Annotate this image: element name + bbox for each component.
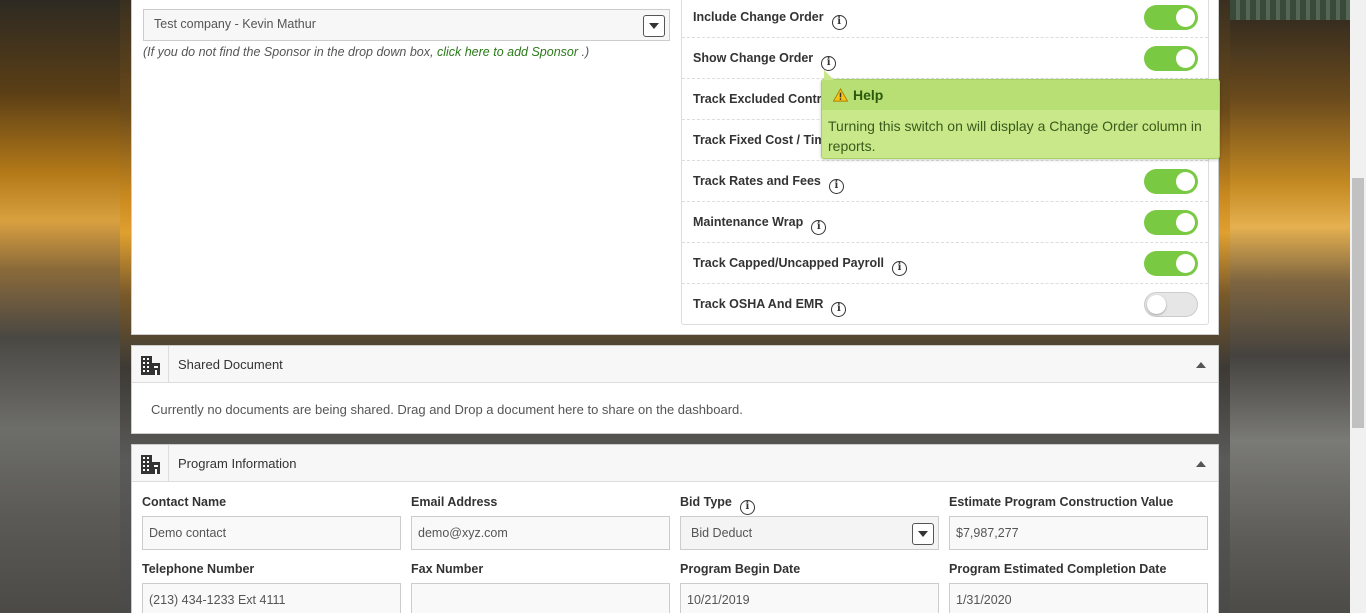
begin-date-field[interactable]: 10/21/2019 <box>680 583 939 613</box>
tooltip-title: Help <box>853 87 884 103</box>
sponsor-select[interactable]: Test company - Kevin Mathur <box>143 9 670 41</box>
feature-switch-list: Include Change Order i Show Change Order i… <box>681 0 1209 325</box>
telephone-field[interactable]: (213) 434-1233 Ext 4111 <box>142 583 401 613</box>
info-icon[interactable]: i <box>831 15 847 30</box>
help-tooltip: Help Turning this switch on will display… <box>821 70 1220 159</box>
estimate-field[interactable]: $7,987,277 <box>949 516 1208 550</box>
panel-header[interactable]: Program Information <box>132 445 1218 482</box>
background-right <box>1230 0 1350 613</box>
switch-label: Track Fixed Cost / Tim <box>693 133 826 147</box>
track-capped-uncapped-payroll-toggle[interactable] <box>1144 251 1198 276</box>
chevron-down-icon[interactable] <box>912 523 934 545</box>
switch-row-track-osha-and-emr: Track OSHA And EMR i <box>682 284 1208 325</box>
show-change-order-toggle[interactable] <box>1144 46 1198 71</box>
scrollbar-thumb[interactable] <box>1352 178 1364 428</box>
contact-name-field[interactable]: Demo contact <box>142 516 401 550</box>
switch-label: Track OSHA And EMR <box>693 297 824 311</box>
add-sponsor-link[interactable]: click here to add Sponsor <box>437 45 578 59</box>
collapse-icon[interactable] <box>1196 362 1206 368</box>
switch-label: Track Rates and Fees <box>693 174 821 188</box>
panel-title: Shared Document <box>178 357 283 372</box>
info-icon[interactable]: i <box>892 261 908 276</box>
collapse-icon[interactable] <box>1196 461 1206 467</box>
bid-type-select[interactable]: Bid Deduct <box>680 516 939 550</box>
info-icon[interactable]: i <box>831 302 847 317</box>
bid-type-label-wrap: Bid Type i <box>680 495 755 515</box>
switch-label: Track Excluded Contra <box>693 92 829 106</box>
tooltip-header: Help <box>822 80 1219 110</box>
switch-row-track-rates-and-fees: Track Rates and Fees i <box>682 161 1208 202</box>
sponsor-select-value: Test company - Kevin Mathur <box>154 17 316 31</box>
completion-date-label: Program Estimated Completion Date <box>949 562 1167 576</box>
info-icon[interactable]: i <box>828 179 844 194</box>
estimate-label: Estimate Program Construction Value <box>949 495 1174 509</box>
switch-row-include-change-order: Include Change Order i <box>682 0 1208 38</box>
telephone-label: Telephone Number <box>142 562 255 576</box>
background-left <box>0 0 120 613</box>
info-icon[interactable]: i <box>739 500 755 515</box>
switch-label: Track Capped/Uncapped Payroll <box>693 256 885 270</box>
warning-icon <box>833 88 848 102</box>
email-field[interactable]: demo@xyz.com <box>411 516 670 550</box>
sponsor-hint-prefix: (If you do not find the Sponsor in the d… <box>143 45 434 59</box>
program-settings-panel: Test company - Kevin Mathur (If you do n… <box>131 0 1219 335</box>
begin-date-label: Program Begin Date <box>680 562 801 576</box>
building-icon <box>141 455 160 474</box>
shared-document-panel: Shared Document Currently no documents a… <box>131 345 1219 434</box>
contact-name-label: Contact Name <box>142 495 227 509</box>
building-icon <box>141 356 160 375</box>
switch-row-show-change-order: Show Change Order i <box>682 38 1208 79</box>
info-icon[interactable]: i <box>821 56 837 71</box>
track-rates-and-fees-toggle[interactable] <box>1144 169 1198 194</box>
bid-type-value: Bid Deduct <box>691 526 753 540</box>
switch-row-maintenance-wrap: Maintenance Wrap i <box>682 202 1208 243</box>
info-icon[interactable]: i <box>811 220 827 235</box>
maintenance-wrap-toggle[interactable] <box>1144 210 1198 235</box>
page-scrollbar[interactable] <box>1350 0 1366 613</box>
program-information-panel: Program Information Contact Name Demo co… <box>131 444 1219 613</box>
fax-label: Fax Number <box>411 562 484 576</box>
shared-document-message: Currently no documents are being shared.… <box>151 402 743 417</box>
fax-field[interactable] <box>411 583 670 613</box>
switch-label: Include Change Order <box>693 10 824 24</box>
track-osha-and-emr-toggle[interactable] <box>1144 292 1198 317</box>
bid-type-label: Bid Type <box>680 495 732 509</box>
tooltip-body: Turning this switch on will display a Ch… <box>828 118 1202 154</box>
switch-label: Maintenance Wrap <box>693 215 804 229</box>
chevron-down-icon[interactable] <box>643 15 665 37</box>
completion-date-field[interactable]: 1/31/2020 <box>949 583 1208 613</box>
sponsor-hint-suffix: .) <box>581 45 590 59</box>
include-change-order-toggle[interactable] <box>1144 5 1198 30</box>
switch-label: Show Change Order <box>693 51 814 65</box>
switch-row-track-capped-uncapped-payroll: Track Capped/Uncapped Payroll i <box>682 243 1208 284</box>
email-label: Email Address <box>411 495 498 509</box>
sponsor-hint: (If you do not find the Sponsor in the d… <box>143 45 589 59</box>
panel-title: Program Information <box>178 456 297 471</box>
panel-header[interactable]: Shared Document <box>132 346 1218 383</box>
